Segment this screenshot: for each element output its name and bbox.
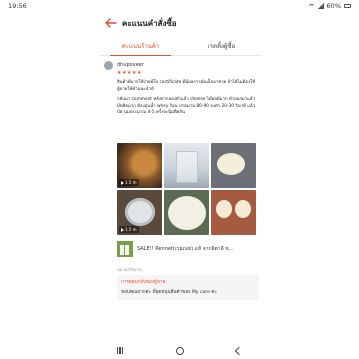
video-duration-badge: 1.5 m — [119, 179, 139, 186]
wifi-icon — [307, 3, 315, 9]
review-photo[interactable] — [164, 143, 209, 188]
review-photo[interactable] — [211, 143, 256, 188]
star-icon: ★ — [126, 70, 132, 76]
signal-icon — [317, 3, 324, 9]
status-time: 19:56 — [8, 2, 27, 10]
arrow-left-icon[interactable] — [104, 16, 118, 30]
seller-reply-text: ขอบคุณมากค่ะ ที่อุดหนุนสินค้าของ My care… — [121, 290, 217, 295]
play-icon — [121, 180, 124, 185]
app-header: คะแนนคำสั่งซื้อ — [0, 12, 359, 34]
seller-reply-title: การตอบกลับของผู้ขาย: — [121, 280, 167, 285]
review-paragraph: สินค้าดีมากใช้ง่ายมีใบ certificate ดีมีผ… — [117, 80, 256, 92]
product-link[interactable]: SALE!! Rennet(เรนเนท) แท้ จากอิตาลี ข... — [117, 240, 259, 258]
product-variation: ขนาด/ปริมาณ — [117, 267, 142, 272]
avatar — [104, 61, 113, 70]
battery-percent: 60% — [326, 2, 341, 10]
review-video[interactable]: 1.5 m — [117, 143, 162, 188]
home-icon[interactable] — [176, 346, 184, 355]
star-icon: ★ — [121, 70, 127, 76]
star-icon: ★ — [136, 70, 142, 76]
review-video[interactable]: 1.5 m — [117, 190, 162, 235]
recents-icon[interactable] — [117, 347, 124, 354]
review-media-grid: 1.5 m 1.5 m — [117, 143, 259, 235]
product-thumbnail — [117, 241, 133, 257]
review-photo[interactable] — [164, 190, 209, 235]
system-nav-bar — [0, 342, 359, 359]
status-icons: 60% — [307, 2, 351, 10]
battery-icon — [344, 4, 351, 8]
status-bar: 19:56 60% — [0, 0, 359, 12]
reviewer-name: dhupoveer — [117, 62, 144, 68]
review-photo[interactable] — [211, 190, 256, 235]
product-name: SALE!! Rennet(เรนเนท) แท้ จากอิตาลี ข... — [137, 246, 234, 252]
tab-shop-rating[interactable]: คะแนนร้านค้า — [100, 36, 181, 56]
back-chevron-icon[interactable] — [234, 346, 244, 355]
review-paragraph: กลับมา comment หลังจากลองทำแล้ว cheese ไ… — [117, 97, 256, 116]
reviewer-row: dhupoveer — [100, 60, 262, 70]
star-rating: ★ ★ ★ ★ ★ — [117, 71, 262, 76]
star-icon: ★ — [117, 70, 122, 76]
review-text: สินค้าดีมากใช้ง่ายมีใบ certificate ดีมีผ… — [117, 80, 258, 117]
star-icon: ★ — [131, 70, 137, 76]
seller-reply: การตอบกลับของผู้ขาย: ขอบคุณมากค่ะ ที่อุด… — [117, 275, 259, 300]
tab-bar: คะแนนร้านค้า เรตติ้งผู้ซื้อ — [100, 36, 262, 56]
page-title: คะแนนคำสั่งซื้อ — [122, 18, 177, 28]
video-duration-badge: 1.5 m — [119, 226, 139, 233]
tab-buyer-rating[interactable]: เรตติ้งผู้ซื้อ — [181, 36, 262, 55]
review-card: dhupoveer ★ ★ ★ ★ ★ สินค้าดีมากใช้ง่ายมี… — [100, 60, 262, 121]
play-icon — [121, 227, 124, 232]
video-duration: 1.5 m — [125, 180, 137, 185]
video-duration: 1.5 m — [125, 227, 137, 232]
